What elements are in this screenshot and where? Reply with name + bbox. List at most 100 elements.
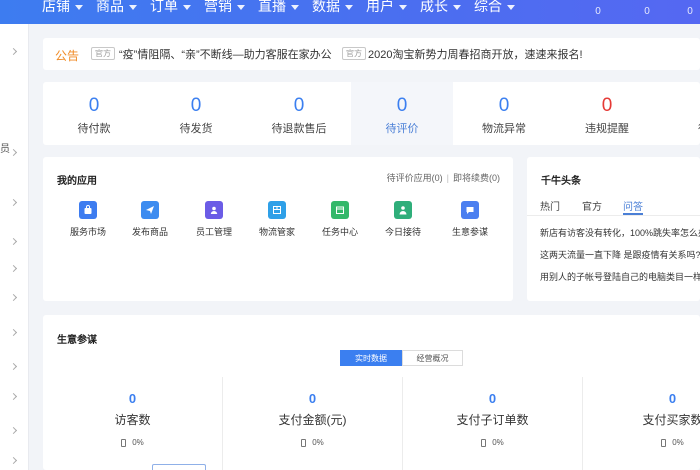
nav-data[interactable]: 数据 xyxy=(312,0,353,16)
order-stat-logistics-exception[interactable]: 0 物流异常 xyxy=(453,82,555,145)
notice-link[interactable]: 2020淘宝新势力周春招商开放，速速来报名! xyxy=(368,46,583,62)
app-logistics[interactable]: 物流管家 xyxy=(245,201,309,238)
chevron-right-icon[interactable] xyxy=(9,47,18,56)
metric-label: 支付子订单数 xyxy=(456,413,529,427)
order-stat-label: 物流异常 xyxy=(482,123,526,135)
nav-stat-value: 0 xyxy=(644,6,650,17)
metric-change: 0% xyxy=(223,438,402,447)
order-stat-label: 待退款售后 xyxy=(271,123,327,135)
app-service-market[interactable]: 服务市场 xyxy=(56,201,120,238)
metric-visitors[interactable]: 0 访客数 0% xyxy=(43,377,222,470)
chevron-right-icon[interactable] xyxy=(9,392,18,401)
send-icon xyxy=(141,201,159,219)
person-icon xyxy=(394,201,412,219)
top-nav-bar: 店铺 商品 订单 营销 直播 数据 用户 成长 综合 0 0 0 xyxy=(0,0,700,24)
caret-down-icon xyxy=(129,5,137,10)
nav-growth[interactable]: 成长 xyxy=(420,0,461,16)
app-label: 服务市场 xyxy=(69,227,106,237)
order-stat-refund[interactable]: 0 待退款售后 xyxy=(248,82,350,145)
order-stat-label: 违规提醒 xyxy=(585,123,629,135)
order-stat-pending-payment[interactable]: 0 待付款 xyxy=(43,82,145,145)
app-label: 物流管家 xyxy=(258,227,295,237)
chevron-right-icon[interactable] xyxy=(9,198,18,207)
nav-marketing[interactable]: 营销 xyxy=(204,0,245,16)
nav-label: 订单 xyxy=(150,0,178,14)
chevron-right-icon[interactable] xyxy=(9,293,18,302)
nav-shop[interactable]: 店铺 xyxy=(42,0,83,16)
nav-label: 用户 xyxy=(366,0,394,14)
order-stat-pending-review[interactable]: 0 待评价 xyxy=(351,82,453,145)
order-stat-value: 0 xyxy=(88,95,100,116)
nav-stat[interactable]: 0 xyxy=(627,0,667,18)
metric-percent: 0% xyxy=(492,438,504,447)
nav-stat[interactable]: 0 xyxy=(578,0,618,18)
nav-live[interactable]: 直播 xyxy=(258,0,299,16)
nav-label: 数据 xyxy=(312,0,340,14)
nav-orders[interactable]: 订单 xyxy=(150,0,191,16)
apps-links: 待评价应用(0) | 即将续费(0) xyxy=(387,171,500,184)
chevron-right-icon[interactable] xyxy=(9,328,18,337)
nav-general[interactable]: 综合 xyxy=(474,0,515,16)
tab-qa[interactable]: 问答 xyxy=(623,198,643,213)
app-label: 生意参谋 xyxy=(451,227,488,237)
metric-payment-amount[interactable]: 0 支付金额(元) 0% xyxy=(223,377,402,470)
chevron-right-icon[interactable] xyxy=(9,456,18,465)
pending-review-apps-link[interactable]: 待评价应用(0) xyxy=(387,173,443,183)
tab-official[interactable]: 官方 xyxy=(582,198,602,213)
metric-percent: 0% xyxy=(132,438,144,447)
notice-title: 公告 xyxy=(55,49,80,63)
partial-button[interactable] xyxy=(152,464,206,470)
app-label: 任务中心 xyxy=(321,227,358,237)
notice-bar: 公告 官方 “疫”情阻隔、“亲”不断线—助力客服在家办公 官方 2020淘宝新势… xyxy=(43,38,700,70)
order-stat-value: 0 xyxy=(293,95,305,116)
metric-value: 0 xyxy=(668,391,677,406)
order-stat-violation[interactable]: 0 违规提醒 xyxy=(556,82,658,145)
metric-label: 支付买家数 xyxy=(642,413,700,427)
official-tag: 官方 xyxy=(91,47,115,60)
nav-users[interactable]: 用户 xyxy=(366,0,407,16)
tab-realtime-data[interactable]: 实时数据 xyxy=(340,350,402,366)
tab-business-overview[interactable]: 经营概况 xyxy=(402,350,463,366)
order-stat-pending-shipment[interactable]: 0 待发货 xyxy=(145,82,247,145)
headline-item[interactable]: 用别人的子帐号登陆自己的电脑类目一样 xyxy=(540,270,700,283)
chevron-right-icon[interactable] xyxy=(9,148,18,157)
app-task-center[interactable]: 任务中心 xyxy=(308,201,372,238)
caret-down-icon xyxy=(507,5,515,10)
metric-sub-orders[interactable]: 0 支付子订单数 0% xyxy=(403,377,582,470)
order-stat-label: 待评价 xyxy=(385,123,419,135)
nav-label: 成长 xyxy=(420,0,448,14)
caret-down-icon xyxy=(453,5,461,10)
chevron-right-icon[interactable] xyxy=(9,264,18,273)
renewal-link[interactable]: 即将续费(0) xyxy=(453,173,500,183)
headline-item[interactable]: 新店有访客没有转化，100%跳失率怎么办 xyxy=(540,226,700,239)
chevron-right-icon[interactable] xyxy=(9,362,18,371)
metric-buyers[interactable]: 0 支付买家数 0% xyxy=(583,377,700,470)
app-publish-product[interactable]: 发布商品 xyxy=(118,201,182,238)
order-stat-value: 0 xyxy=(498,95,510,116)
app-business-advisor[interactable]: 生意参谋 xyxy=(438,201,502,238)
notice-link[interactable]: “疫”情阻隔、“亲”不断线—助力客服在家办公 xyxy=(119,46,332,62)
left-sidebar: 员 xyxy=(0,24,29,470)
order-stat-pending-handle[interactable]: 0 待处 xyxy=(658,82,700,145)
headline-item[interactable]: 这两天流量一直下降 是跟疫情有关系吗? xyxy=(540,248,700,261)
caret-down-icon xyxy=(399,5,407,10)
nav-stat[interactable]: 0 xyxy=(670,0,700,18)
metric-label: 访客数 xyxy=(114,413,151,427)
nav-goods[interactable]: 商品 xyxy=(96,0,137,16)
calendar-icon xyxy=(331,201,349,219)
metric-change: 0% xyxy=(403,438,582,447)
nav-label: 综合 xyxy=(474,0,502,14)
app-today-reception[interactable]: 今日接待 xyxy=(371,201,435,238)
user-card-icon xyxy=(205,201,223,219)
app-staff-management[interactable]: 员工管理 xyxy=(182,201,246,238)
sidebar-partial-label: 员 xyxy=(0,144,10,155)
nav-label: 店铺 xyxy=(42,0,70,14)
caret-down-icon xyxy=(345,5,353,10)
nav-stat-value: 0 xyxy=(687,6,693,17)
tab-hot[interactable]: 热门 xyxy=(540,198,560,213)
order-stat-value: 0 xyxy=(658,95,700,117)
chevron-right-icon[interactable] xyxy=(9,426,18,435)
order-stat-value: 0 xyxy=(601,95,613,116)
order-stat-value: 0 xyxy=(190,95,202,116)
chevron-right-icon[interactable] xyxy=(9,237,18,246)
